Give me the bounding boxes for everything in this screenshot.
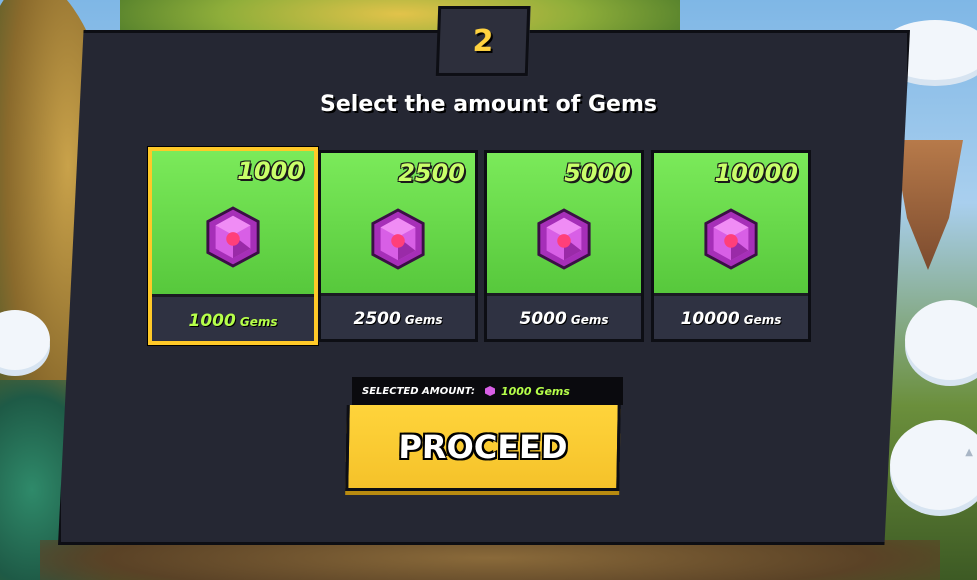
gem-option-label: 1000 Gems <box>188 311 278 331</box>
step-badge: 2 <box>435 6 531 76</box>
gem-option-10000[interactable]: 10000 10000 Gems <box>651 150 811 342</box>
gem-option-label: 10000 Gems <box>680 309 782 329</box>
gem-icon <box>484 386 495 396</box>
gem-option-amount: 5000 <box>564 159 631 187</box>
gem-icon <box>206 206 260 268</box>
gem-option-2500[interactable]: 2500 2500 Gems <box>318 150 478 342</box>
gem-option-label: 2500 Gems <box>353 309 443 329</box>
selected-amount-bar: SELECTED AMOUNT: 1000 Gems <box>352 377 623 405</box>
gem-option-5000[interactable]: 5000 5000 Gems <box>484 150 644 342</box>
background-cloud <box>890 420 977 510</box>
gem-option-amount: 10000 <box>714 159 799 187</box>
page-title: Select the amount of Gems <box>320 92 657 117</box>
gem-icon <box>371 208 425 270</box>
gem-option-1000[interactable]: 1000 1000 Gems <box>148 147 318 345</box>
gem-icon <box>704 208 758 270</box>
proceed-button[interactable]: PROCEED <box>345 405 621 491</box>
triangle-up-icon: ▲ <box>965 447 973 458</box>
selected-amount-label: SELECTED AMOUNT: <box>362 385 475 397</box>
selected-amount-value: 1000 Gems <box>500 384 570 398</box>
gem-icon <box>537 208 591 270</box>
background-cloud <box>905 300 977 380</box>
gem-option-amount: 2500 <box>398 159 465 187</box>
gem-option-amount: 1000 <box>237 157 304 185</box>
background-ground <box>40 540 940 580</box>
gem-option-label: 5000 Gems <box>519 309 609 329</box>
